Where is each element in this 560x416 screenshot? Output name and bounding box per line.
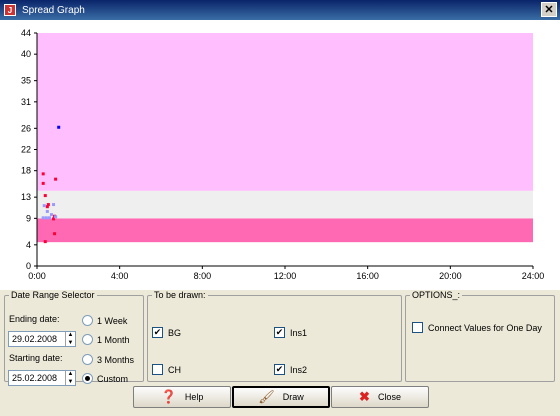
radio-custom[interactable]: Custom [82, 373, 128, 384]
data-point [44, 216, 48, 220]
spinner-down-icon[interactable]: ▼ [68, 340, 74, 346]
radio-1-month[interactable]: 1 Month [82, 334, 130, 345]
radio-label: 1 Week [97, 315, 128, 326]
data-point [45, 209, 49, 213]
radio-3-months[interactable]: 3 Months [82, 354, 134, 365]
data-point [54, 177, 58, 181]
y-tick-label: 40 [21, 49, 31, 59]
chart-band [37, 242, 533, 245]
y-tick-label: 35 [21, 76, 31, 86]
checkbox-box[interactable]: ✔ [274, 364, 285, 375]
checkbox-box[interactable] [152, 364, 163, 375]
x-tick-label: 4:00 [111, 271, 129, 281]
ending-date-spinner[interactable]: 29.02.2008 ▲ ▼ [8, 331, 76, 347]
checkbox-ins1[interactable]: ✔ Ins1 [274, 327, 307, 338]
data-point [42, 204, 46, 208]
date-range-selector: Date Range Selector Ending date: 29.02.2… [4, 290, 144, 386]
y-tick-label: 0 [26, 261, 31, 271]
radio-dot[interactable] [82, 354, 93, 365]
chart-band [37, 218, 533, 243]
checkbox-label: CH [168, 364, 181, 375]
data-point [53, 232, 57, 236]
checkbox-connect-values[interactable]: Connect Values for One Day [412, 322, 542, 333]
help-button[interactable]: ❓ Help [133, 386, 231, 408]
data-point [49, 213, 53, 217]
data-point [43, 194, 47, 198]
date-range-legend: Date Range Selector [11, 290, 95, 300]
chart-band [37, 244, 533, 266]
draw-button-label: Draw [282, 392, 304, 402]
data-point [47, 216, 51, 220]
data-point [57, 125, 61, 129]
data-point [43, 240, 47, 244]
data-point [41, 181, 45, 185]
draw-button[interactable]: 🖌 Draw [232, 386, 330, 408]
y-tick-label: 18 [21, 166, 31, 176]
starting-date-label: Starting date: [9, 353, 63, 363]
checkbox-label: Ins2 [290, 364, 308, 375]
checkbox-bg[interactable]: ✔ BG [152, 327, 181, 338]
ending-date-arrows[interactable]: ▲ ▼ [65, 332, 75, 346]
options-group: OPTIONS_: Connect Values for One Day [405, 290, 555, 382]
y-tick-label: 22 [21, 145, 31, 155]
checkbox-box[interactable]: ✔ [274, 327, 285, 338]
close-button[interactable]: ✖ Close [331, 386, 429, 408]
options-legend: OPTIONS_: [412, 290, 461, 300]
spinner-down-icon[interactable]: ▼ [68, 379, 74, 385]
checkbox-box[interactable]: ✔ [152, 327, 163, 338]
y-tick-label: 31 [21, 97, 31, 107]
y-tick-label: 9 [26, 213, 31, 223]
checkbox-label: Ins1 [290, 327, 308, 338]
to-be-drawn-group: To be drawn: ✔ BG ✔ Ins1 CH ✔ Ins2 [147, 290, 402, 382]
starting-date-value: 25.02.2008 [12, 373, 58, 383]
checkbox-label: BG [168, 327, 182, 338]
data-point [54, 215, 58, 219]
title-bar: J Spread Graph ✕ [0, 0, 560, 20]
x-tick-label: 16:00 [356, 271, 379, 281]
x-tick-label: 20:00 [439, 271, 462, 281]
radio-label: Custom [97, 373, 129, 384]
y-tick-label: 4 [26, 240, 31, 250]
checkbox-ins2[interactable]: ✔ Ins2 [274, 364, 307, 375]
checkbox-box[interactable] [412, 322, 423, 333]
paintbrush-icon: 🖌 [258, 389, 275, 404]
red-x-icon: ✖ [359, 389, 370, 404]
spinner-up-icon[interactable]: ▲ [68, 371, 74, 377]
x-tick-label: 24:00 [522, 271, 545, 281]
data-point [52, 203, 56, 207]
starting-date-spinner[interactable]: 25.02.2008 ▲ ▼ [8, 370, 76, 386]
window-title: Spread Graph [22, 4, 85, 16]
spread-chart: 0 4 9 13 18 22 26 31 35 40 44 0:00 4:00 8:00 12:00 16:0… [0, 20, 560, 290]
checkbox-label: Connect Values for One Day [428, 322, 542, 333]
window-close-button[interactable]: ✕ [541, 2, 557, 17]
help-button-label: Help [184, 392, 204, 402]
x-tick-label: 8:00 [194, 271, 212, 281]
ending-date-label: Ending date: [9, 314, 60, 324]
checkbox-ch[interactable]: CH [152, 364, 181, 375]
to-be-drawn-legend: To be drawn: [154, 290, 206, 300]
close-button-label: Close [377, 392, 401, 402]
x-tick-label: 0:00 [28, 271, 46, 281]
spinner-up-icon[interactable]: ▲ [68, 332, 74, 338]
radio-dot-selected[interactable] [82, 373, 93, 384]
y-tick-label: 13 [21, 192, 31, 202]
radio-label: 3 Months [97, 354, 135, 365]
x-tick-label: 12:00 [274, 271, 297, 281]
radio-dot[interactable] [82, 315, 93, 326]
radio-dot[interactable] [82, 334, 93, 345]
ending-date-value: 29.02.2008 [12, 334, 58, 344]
chart-band [37, 33, 533, 191]
starting-date-arrows[interactable]: ▲ ▼ [65, 371, 75, 385]
help-icon: ❓ [160, 389, 177, 404]
chart-svg: 0 4 9 13 18 22 26 31 35 40 44 0:00 4:00 8:00 12:00 16:0… [21, 28, 545, 281]
y-tick-label: 26 [21, 123, 31, 133]
radio-label: 1 Month [97, 334, 130, 345]
chart-band [37, 190, 533, 219]
radio-1-week[interactable]: 1 Week [82, 315, 127, 326]
data-point [46, 203, 50, 207]
y-tick-label: 44 [21, 28, 31, 38]
data-point [41, 172, 45, 176]
data-point [41, 216, 45, 220]
java-cup-icon: J [4, 4, 16, 16]
